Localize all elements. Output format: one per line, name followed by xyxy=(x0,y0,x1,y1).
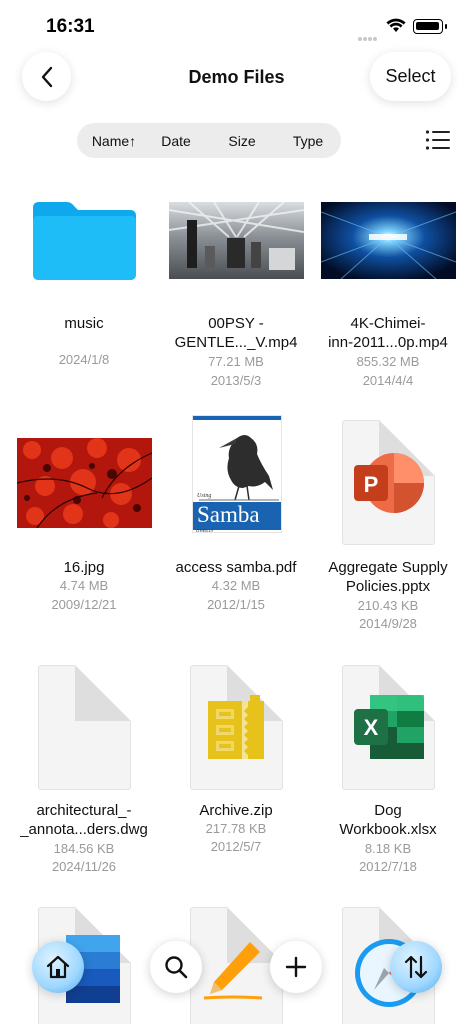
sort-bar: Name↑ Date Size Type xyxy=(77,123,341,158)
document-page-icon xyxy=(38,665,131,790)
folder-icon xyxy=(33,202,136,280)
file-size: 184.56 KB xyxy=(53,841,115,856)
file-item-zip[interactable]: Archive.zip 217.78 KB 2012/5/7 xyxy=(160,655,312,885)
zip-archive-icon xyxy=(208,695,264,759)
file-item-dwg[interactable]: architectural_- _annota...ders.dwg 184.5… xyxy=(8,655,160,885)
search-icon xyxy=(165,956,188,979)
file-size: 855.32 MB xyxy=(356,354,420,369)
transfer-button[interactable] xyxy=(390,941,442,993)
sort-arrows-icon xyxy=(404,955,428,979)
pptx-letter: P xyxy=(364,472,379,497)
file-name: 16.jpg xyxy=(63,559,105,576)
file-date: 2012/1/15 xyxy=(207,597,265,612)
powerpoint-icon: P xyxy=(354,453,424,513)
file-date: 2012/5/7 xyxy=(210,839,262,854)
file-size: 8.18 KB xyxy=(364,841,412,856)
file-date: 2009/12/21 xyxy=(51,597,117,612)
pdf-cover-thumbnail: Using Samba O'REILLY xyxy=(192,415,282,533)
file-name: Aggregate Supply Policies.pptx xyxy=(328,559,448,595)
file-size: 4.32 MB xyxy=(211,578,261,593)
file-item-video[interactable]: 00PSY - GENTLE..._V.mp4 77.21 MB 2013/5/… xyxy=(160,190,312,390)
file-size: 4.74 MB xyxy=(59,578,109,593)
file-date: 2024/1/8 xyxy=(58,352,110,367)
file-item-music[interactable]: music 2024/1/8 xyxy=(8,190,160,380)
sort-by-date[interactable]: Date xyxy=(151,133,201,149)
file-item-pdf[interactable]: Using Samba O'REILLY access samba.pdf 4.… xyxy=(160,410,312,620)
pdf-cover-title: Samba xyxy=(197,502,260,527)
wifi-icon xyxy=(386,18,406,32)
file-name: 00PSY - GENTLE..._V.mp4 xyxy=(174,315,298,351)
file-date: 2024/11/26 xyxy=(51,859,117,874)
file-item-image[interactable]: 16.jpg 4.74 MB 2009/12/21 xyxy=(8,410,160,620)
select-button[interactable]: Select xyxy=(370,52,451,101)
file-item-video[interactable]: 4K-Chimei- inn-2011...0p.mp4 855.32 MB 2… xyxy=(312,190,464,390)
sort-by-size[interactable]: Size xyxy=(217,133,267,149)
battery-icon xyxy=(413,19,447,34)
file-name: Archive.zip xyxy=(199,802,273,819)
pdf-cover-publisher: O'REILLY xyxy=(196,528,214,533)
list-view-icon[interactable] xyxy=(425,128,451,152)
plus-icon xyxy=(285,956,307,978)
file-size: 217.78 KB xyxy=(205,821,267,836)
file-name: Dog Workbook.xlsx xyxy=(339,802,437,838)
file-name: access samba.pdf xyxy=(175,559,297,576)
xlsx-letter: X xyxy=(364,715,379,740)
status-bar: 16:31 xyxy=(0,0,473,54)
file-size: 210.43 KB xyxy=(357,598,419,613)
file-item-xlsx[interactable]: X Dog Workbook.xlsx 8.18 KB 2012/7/18 xyxy=(312,655,464,885)
excel-icon: X xyxy=(354,695,424,759)
file-date: 2014/9/28 xyxy=(359,616,417,631)
video-thumbnail xyxy=(169,202,304,279)
file-date: 2013/5/3 xyxy=(210,373,262,388)
file-name: 4K-Chimei- inn-2011...0p.mp4 xyxy=(328,315,448,351)
file-name: music xyxy=(64,315,104,332)
pages-pen-icon xyxy=(203,942,263,1000)
file-date: 2012/7/18 xyxy=(359,859,417,874)
home-button[interactable] xyxy=(32,941,84,993)
file-size: 77.21 MB xyxy=(208,354,264,369)
status-time: 16:31 xyxy=(46,16,95,37)
add-button[interactable] xyxy=(270,941,322,993)
pdf-cover-prefix: Using xyxy=(197,493,212,499)
file-date: 2014/4/4 xyxy=(362,373,414,388)
signal-dots-icon xyxy=(358,28,380,41)
image-thumbnail xyxy=(17,438,152,528)
file-item-pptx[interactable]: P Aggregate Supply Policies.pptx 210.43 … xyxy=(312,410,464,640)
bird-illustration xyxy=(199,435,279,501)
home-icon xyxy=(46,955,70,979)
sort-by-type[interactable]: Type xyxy=(283,133,333,149)
video-thumbnail xyxy=(321,202,456,279)
search-button[interactable] xyxy=(150,941,202,993)
sort-by-name[interactable]: Name↑ xyxy=(85,133,143,149)
file-name: architectural_- _annota...ders.dwg xyxy=(20,802,148,838)
